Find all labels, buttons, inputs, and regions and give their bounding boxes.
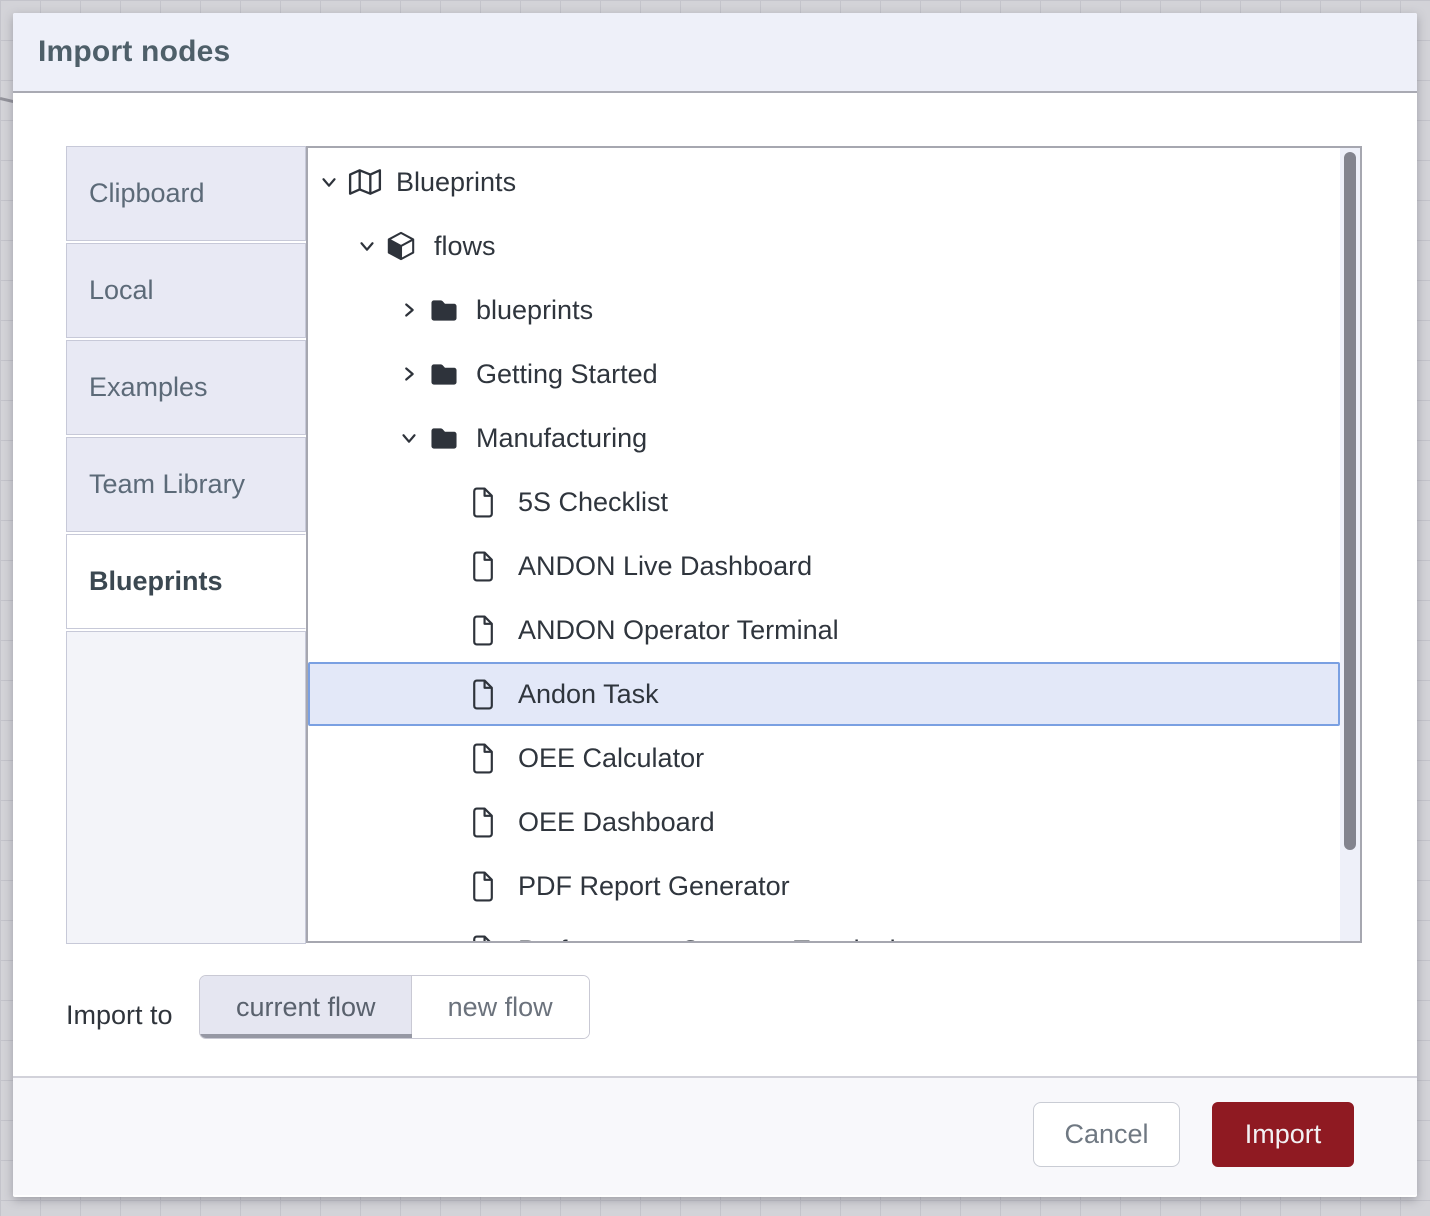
- tree-node-label: Andon Task: [518, 679, 659, 710]
- tree-node-label: OEE Calculator: [518, 743, 704, 774]
- file-icon: [470, 871, 508, 902]
- dialog-body: ClipboardLocalExamplesTeam LibraryBluepr…: [13, 93, 1417, 1076]
- tree-row[interactable]: PDF Report Generator: [308, 854, 1340, 918]
- tree-node-label: PDF Report Generator: [518, 871, 790, 902]
- tree-row[interactable]: Andon Task: [308, 662, 1340, 726]
- tree-node-label: blueprints: [476, 295, 593, 326]
- tree-node-label: 5S Checklist: [518, 487, 668, 518]
- tree-node-label: flows: [434, 231, 496, 262]
- library-tree: Blueprints flows blueprints Getting Started…: [308, 148, 1360, 943]
- dialog-header: Import nodes: [13, 13, 1417, 93]
- chevron-down-icon[interactable]: [398, 427, 424, 449]
- tree-node-label: Getting Started: [476, 359, 658, 390]
- library-source-tabs: ClipboardLocalExamplesTeam LibraryBluepr…: [66, 146, 306, 944]
- tree-row[interactable]: Getting Started: [308, 342, 1340, 406]
- chevron-right-icon[interactable]: [398, 299, 424, 321]
- file-icon: [470, 615, 508, 646]
- file-icon: [470, 935, 508, 944]
- tree-row[interactable]: flows: [308, 214, 1340, 278]
- tree-node-label: Blueprints: [396, 167, 516, 198]
- tree-row[interactable]: ANDON Operator Terminal: [308, 598, 1340, 662]
- dialog-footer: Cancel Import: [13, 1076, 1417, 1195]
- scrollbar-thumb[interactable]: [1344, 152, 1356, 850]
- sidebar-tab-team-library[interactable]: Team Library: [66, 437, 306, 532]
- import-nodes-dialog: Import nodes ClipboardLocalExamplesTeam …: [13, 13, 1417, 1197]
- file-icon: [470, 743, 508, 774]
- import-to-label: Import to: [66, 983, 173, 1047]
- tree-node-label: OEE Dashboard: [518, 807, 715, 838]
- sidebar-tab-clipboard[interactable]: Clipboard: [66, 146, 306, 241]
- file-icon: [470, 487, 508, 518]
- tree-row[interactable]: Blueprints: [308, 150, 1340, 214]
- library-tree-panel: Blueprints flows blueprints Getting Started…: [306, 146, 1362, 943]
- tree-row[interactable]: Manufacturing: [308, 406, 1340, 470]
- import-target-toggle: current flownew flow: [199, 975, 590, 1039]
- tree-row[interactable]: 5S Checklist: [308, 470, 1340, 534]
- file-icon: [470, 679, 508, 710]
- sidebar-tab-filler: [66, 631, 306, 944]
- sidebar-tab-local[interactable]: Local: [66, 243, 306, 338]
- sidebar-tab-examples[interactable]: Examples: [66, 340, 306, 435]
- tree-row[interactable]: OEE Dashboard: [308, 790, 1340, 854]
- cube-icon: [386, 231, 424, 261]
- map-icon: [348, 167, 386, 197]
- toggle-option-current-flow[interactable]: current flow: [200, 976, 412, 1038]
- chevron-right-icon[interactable]: [398, 363, 424, 385]
- folder-icon: [428, 297, 466, 324]
- cancel-button[interactable]: Cancel: [1033, 1102, 1180, 1167]
- file-icon: [470, 807, 508, 838]
- tree-scrollbar[interactable]: [1340, 148, 1360, 941]
- chevron-down-icon[interactable]: [356, 235, 382, 257]
- tree-node-label: Manufacturing: [476, 423, 647, 454]
- tree-node-label: ANDON Operator Terminal: [518, 615, 839, 646]
- tree-node-label: Performance Operator Terminal: [518, 935, 896, 944]
- dialog-title: Import nodes: [38, 35, 230, 69]
- chevron-down-icon[interactable]: [318, 171, 344, 193]
- tree-node-label: ANDON Live Dashboard: [518, 551, 812, 582]
- import-button[interactable]: Import: [1212, 1102, 1354, 1167]
- sidebar-tab-blueprints[interactable]: Blueprints: [66, 534, 306, 629]
- folder-icon: [428, 425, 466, 452]
- folder-icon: [428, 361, 466, 388]
- toggle-option-new-flow[interactable]: new flow: [412, 976, 589, 1038]
- tree-row[interactable]: Performance Operator Terminal: [308, 918, 1340, 943]
- tree-row[interactable]: OEE Calculator: [308, 726, 1340, 790]
- file-icon: [470, 551, 508, 582]
- tree-row[interactable]: ANDON Live Dashboard: [308, 534, 1340, 598]
- tree-row[interactable]: blueprints: [308, 278, 1340, 342]
